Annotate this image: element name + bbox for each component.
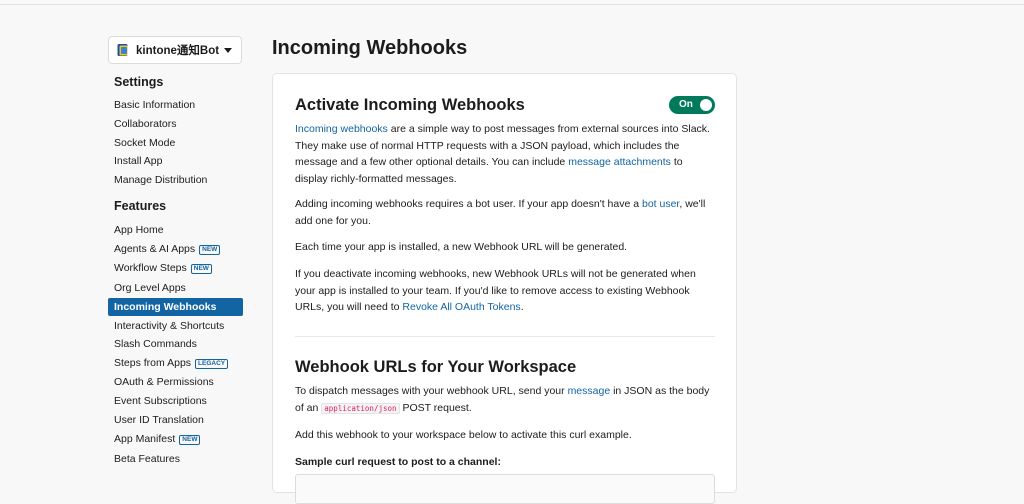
sidebar-item-label: User ID Translation [114,414,204,426]
bot-user-link[interactable]: bot user [642,198,679,210]
sidebar-item-label: App Home [114,224,164,236]
chevron-down-icon [224,48,232,53]
legacy-badge: LEGACY [195,359,229,369]
new-badge: NEW [199,245,221,255]
sidebar-item-oauth-permissions[interactable]: OAuth & Permissions [108,373,243,391]
dispatch-text-end: POST request. [399,401,472,414]
message-attachments-link[interactable]: message attachments [568,156,671,168]
sidebar-item-label: Beta Features [114,453,180,465]
features-heading: Features [114,199,167,213]
sidebar-item-incoming-webhooks[interactable]: Incoming Webhooks [108,298,243,316]
sidebar-item-slash-commands[interactable]: Slash Commands [108,335,243,353]
top-bar [0,0,1024,5]
sidebar-item-user-id-translation[interactable]: User ID Translation [108,411,243,429]
sidebar-item-label: Event Subscriptions [114,395,207,407]
sidebar-item-manage-distribution[interactable]: Manage Distribution [108,171,243,189]
sidebar-item-collaborators[interactable]: Collaborators [108,115,243,133]
new-badge: NEW [190,264,212,274]
message-link[interactable]: message [568,385,611,397]
bot-user-paragraph: Adding incoming webhooks requires a bot … [295,196,715,229]
sidebar-item-app-home[interactable]: App Home [108,221,243,239]
deactivate-text-end: . [520,301,524,314]
intro-paragraph: Incoming webhooks are a simple way to po… [295,121,715,187]
sample-curl-label: Sample curl request to post to a channel… [295,456,501,468]
sidebar-item-agents-ai-apps[interactable]: Agents & AI Apps NEW [108,240,243,258]
new-badge: NEW [179,435,201,445]
app-name: kintone通知Bot [136,45,220,57]
dispatch-paragraph: To dispatch messages with your webhook U… [295,383,715,417]
sidebar-item-steps-from-apps[interactable]: Steps from Apps LEGACY [108,354,243,372]
sidebar-item-label: Slash Commands [114,338,197,350]
page-title: Incoming Webhooks [272,37,468,59]
sidebar-item-label: OAuth & Permissions [114,376,214,388]
sample-curl-box [295,474,715,504]
app-selector[interactable]: kintone通知Bot [108,36,242,64]
add-webhook-paragraph: Add this webhook to your workspace below… [295,429,632,441]
bot-user-text: Adding incoming webhooks requires a bot … [295,198,642,210]
section-divider [295,336,715,337]
deactivate-paragraph: If you deactivate incoming webhooks, new… [295,266,715,316]
workspace-heading: Webhook URLs for Your Workspace [295,358,577,376]
toggle-label: On [679,99,693,110]
sidebar-item-label: Agents & AI Apps [114,243,196,255]
sidebar-item-app-manifest[interactable]: App Manifest NEW [108,430,243,448]
sidebar-item-label: Org Level Apps [114,282,186,294]
sidebar-item-basic-information[interactable]: Basic Information [108,96,243,114]
content-type-code: application/json [321,402,400,414]
dispatch-text: To dispatch messages with your webhook U… [295,385,568,397]
incoming-webhooks-link[interactable]: Incoming webhooks [295,123,388,135]
install-paragraph: Each time your app is installed, a new W… [295,241,628,253]
app-icon [117,44,128,56]
sidebar-item-workflow-steps[interactable]: Workflow Steps NEW [108,259,243,277]
sidebar-item-beta-features[interactable]: Beta Features [108,450,243,468]
webhooks-card: Activate Incoming Webhooks On Incoming w… [272,73,737,504]
sidebar-item-org-level-apps[interactable]: Org Level Apps [108,279,243,297]
sidebar-item-install-app[interactable]: Install App [108,152,243,170]
revoke-tokens-link[interactable]: Revoke All OAuth Tokens [402,301,520,313]
sidebar-item-label: Steps from Apps [114,357,192,369]
sidebar-item-label: Workflow Steps [114,262,187,274]
sidebar-item-event-subscriptions[interactable]: Event Subscriptions [108,392,243,410]
sidebar-item-label: App Manifest [114,433,176,445]
activate-heading: Activate Incoming Webhooks [295,96,525,114]
activate-toggle[interactable]: On [669,96,715,114]
toggle-knob [700,99,712,111]
sidebar-item-label: Incoming Webhooks [114,301,217,313]
settings-heading: Settings [114,75,164,89]
sidebar-item-label: Interactivity & Shortcuts [114,320,225,332]
sidebar-item-socket-mode[interactable]: Socket Mode [108,134,243,152]
sidebar-item-interactivity-shortcuts[interactable]: Interactivity & Shortcuts [108,317,243,335]
